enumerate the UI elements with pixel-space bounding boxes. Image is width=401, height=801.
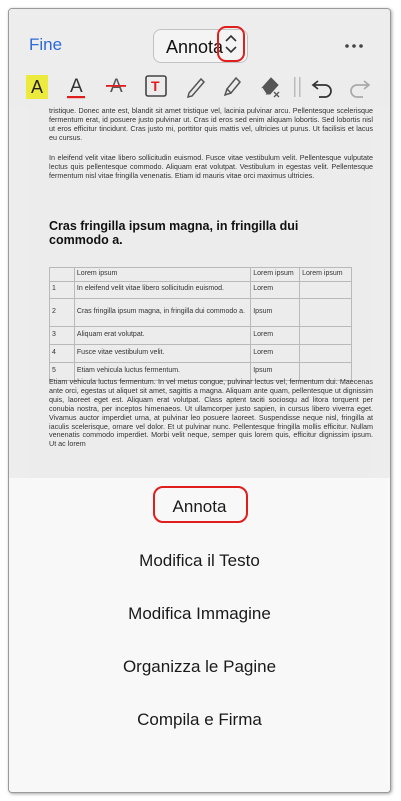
textbox-letter: T [151,78,160,94]
table-cell: 1 [49,280,75,299]
table-cell: 3 [49,325,75,345]
table-cell [299,280,352,299]
table-cell: 2 [49,297,75,327]
app-window: Fine Annota A A A T tristique. Donec ant… [8,8,391,793]
table-cell [299,343,352,363]
table-row: 4 Fusce vitae vestibulum velit. Lorem [49,343,352,363]
table-cell: Aliquam erat volutpat. [73,325,252,345]
table-row: 3 Aliquam erat volutpat. Lorem [49,325,352,345]
eraser-icon[interactable] [257,73,283,99]
table-cell: Ipsum [250,297,301,327]
document-page: tristique. Donec ante est, blandit sit a… [29,107,373,479]
done-button[interactable]: Fine [29,35,62,55]
text-color-icon[interactable]: A [63,73,89,99]
pen-icon[interactable] [183,73,209,99]
document-view[interactable]: tristique. Donec ante est, blandit sit a… [9,107,390,479]
table-row: 1 In eleifend velit vitae libero sollici… [49,280,352,299]
annota-annotation-outline [153,486,248,523]
table-row: 2 Cras fringilla ipsum magna, in fringil… [49,297,352,327]
document-heading: Cras fringilla ipsum magna, in fringilla… [49,219,299,247]
table-cell: Lorem ipsum [73,267,252,282]
textbox-icon[interactable]: T [143,73,169,99]
table-cell [49,267,75,282]
table-cell: Lorem [250,325,301,345]
menu-item-compila-firma[interactable]: Compila e Firma [9,710,390,730]
menu-item-modifica-testo[interactable]: Modifica il Testo [9,551,390,571]
table-cell: Lorem [250,343,301,363]
highlight-letter: A [31,77,44,97]
table-cell: Lorem ipsum [299,267,352,282]
table-header-row: Lorem ipsum Lorem ipsum Lorem ipsum [49,267,352,282]
undo-icon[interactable] [309,73,335,99]
paragraph: tristique. Donec ante est, blandit sit a… [49,107,373,142]
table-cell: 4 [49,343,75,363]
table-cell: Lorem ipsum [250,267,301,282]
table-cell: In eleifend velit vitae libero sollicitu… [73,280,252,299]
table-cell [299,325,352,345]
table-cell [299,297,352,327]
strikethrough-icon[interactable]: A [103,73,129,99]
text-color-letter: A [70,76,83,97]
table-cell: Lorem [250,280,301,299]
menu-item-modifica-immagine[interactable]: Modifica Immagine [9,604,390,624]
stepper-annotation-outline [217,26,245,62]
menu-item-organizza-pagine[interactable]: Organizza le Pagine [9,657,390,677]
table-cell: Fusce vitae vestibulum velit. [73,343,252,363]
marker-icon[interactable] [219,73,245,99]
mode-label: Annota [166,37,224,57]
table-cell: Cras fringilla ipsum magna, in fringilla… [73,297,252,327]
paragraph: Etiam vehicula luctus fermentum. In vel … [49,377,373,449]
top-bar: Fine Annota [9,9,390,79]
edit-mode-menu [9,478,390,792]
document-table: Lorem ipsum Lorem ipsum Lorem ipsum 1 In… [49,267,352,381]
more-icon[interactable] [344,43,364,49]
toolbar-divider [294,77,301,97]
redo-icon[interactable] [347,73,373,99]
paragraph: In eleifend velit vitae libero sollicitu… [49,153,373,180]
